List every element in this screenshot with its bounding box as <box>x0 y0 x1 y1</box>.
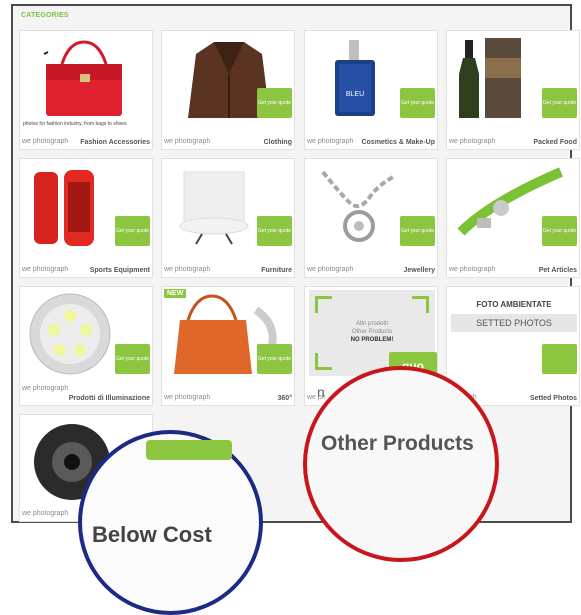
tile-360[interactable]: NEW Get your quote we photograph 360° <box>161 286 295 406</box>
category-name[interactable]: Packed Food <box>533 139 577 146</box>
category-name[interactable]: Pet Articles <box>539 267 577 274</box>
categories-header: CATEGORIES <box>21 12 69 19</box>
tile-fashion-accessories[interactable]: photos for fashion industry, from bags t… <box>19 30 153 150</box>
get-quote-button[interactable]: Get your quote <box>542 216 577 246</box>
category-name[interactable]: Jewellery <box>403 267 435 274</box>
get-quote-button[interactable]: Get your quote <box>257 216 292 246</box>
foto-ambientate-text: FOTO AMBIENTATE <box>476 300 552 309</box>
new-badge: NEW <box>164 289 187 298</box>
category-name[interactable]: Setted Photos <box>530 395 577 402</box>
photographer-label: we photograph <box>164 394 211 401</box>
zoom-small-text: n <box>317 384 325 400</box>
photographer-label: we photograph <box>22 266 69 273</box>
get-quote-button[interactable]: Get your quote <box>115 216 150 246</box>
photographer-label: we photograph <box>22 138 69 145</box>
photographer-label: we photograph <box>22 510 69 517</box>
corner-bracket <box>315 296 332 313</box>
zoom-other-products-text[interactable]: Other Products <box>321 432 474 456</box>
get-quote-button[interactable]: Get your quote <box>400 216 435 246</box>
bleu-label: BLEU <box>346 91 364 98</box>
category-name[interactable]: Clothing <box>264 139 292 146</box>
category-name[interactable]: Furniture <box>261 267 292 274</box>
photographer-label: we photograph <box>449 266 496 273</box>
tile-lighting[interactable]: Get your quote we photograph Prodotti di… <box>19 286 153 406</box>
tile-sports-equipment[interactable]: Get your quote we photograph Sports Equi… <box>19 158 153 278</box>
corner-bracket <box>315 353 332 370</box>
category-name[interactable]: Cosmetics & Make-Up <box>361 139 435 146</box>
zoom-circle-other-products: n Other Products <box>303 366 499 562</box>
corner-bracket <box>412 296 429 313</box>
get-quote-button[interactable]: Get your quote <box>257 88 292 118</box>
get-quote-button[interactable]: Get your quote <box>400 88 435 118</box>
photographer-label: we photograph <box>449 138 496 145</box>
tile-caption: photos for fashion industry, from bags t… <box>23 121 127 127</box>
other-line-2: Other Products <box>351 329 393 335</box>
photographer-label: we photograph <box>164 138 211 145</box>
category-name[interactable]: 360° <box>278 395 292 402</box>
handbag-image <box>24 34 150 120</box>
other-line-3: NO PROBLEM! <box>350 337 394 343</box>
photographer-label: we photograph <box>164 266 211 273</box>
photographer-label: we photograph <box>307 266 354 273</box>
zoom-below-cost-text[interactable]: Below Cost <box>92 522 212 548</box>
tile-jewellery[interactable]: Get your quote we photograph Jewellery <box>304 158 438 278</box>
zoom-circle-below-cost: Below Cost <box>78 430 263 615</box>
category-name[interactable]: Fashion Accessories <box>80 139 150 146</box>
tile-cosmetics[interactable]: BLEU Get your quote we photograph Cosmet… <box>304 30 438 150</box>
category-name[interactable]: Sports Equipment <box>90 267 150 274</box>
get-quote-button[interactable]: Get your quote <box>542 88 577 118</box>
get-quote-button[interactable]: Get your quote <box>257 344 292 374</box>
tile-furniture[interactable]: Get your quote we photograph Furniture <box>161 158 295 278</box>
photographer-label: we photograph <box>22 385 69 392</box>
get-quote-button[interactable] <box>542 344 577 374</box>
tile-setted-photos[interactable]: FOTO AMBIENTATE SETTED PHOTOS otograph S… <box>446 286 580 406</box>
zoomed-quote-button[interactable] <box>146 440 232 460</box>
other-line-1: Altri prodotti <box>355 321 388 327</box>
tile-clothing[interactable]: Get your quote we photograph Clothing <box>161 30 295 150</box>
photographer-label: we photograph <box>307 138 354 145</box>
setted-photos-text: SETTED PHOTOS <box>451 314 577 332</box>
tile-packed-food[interactable]: Get your quote we photograph Packed Food <box>446 30 580 150</box>
category-name[interactable]: Prodotti di Illuminazione <box>69 395 150 402</box>
tile-pet-articles[interactable]: Get your quote we photograph Pet Article… <box>446 158 580 278</box>
get-quote-button[interactable]: Get your quote <box>115 344 150 374</box>
